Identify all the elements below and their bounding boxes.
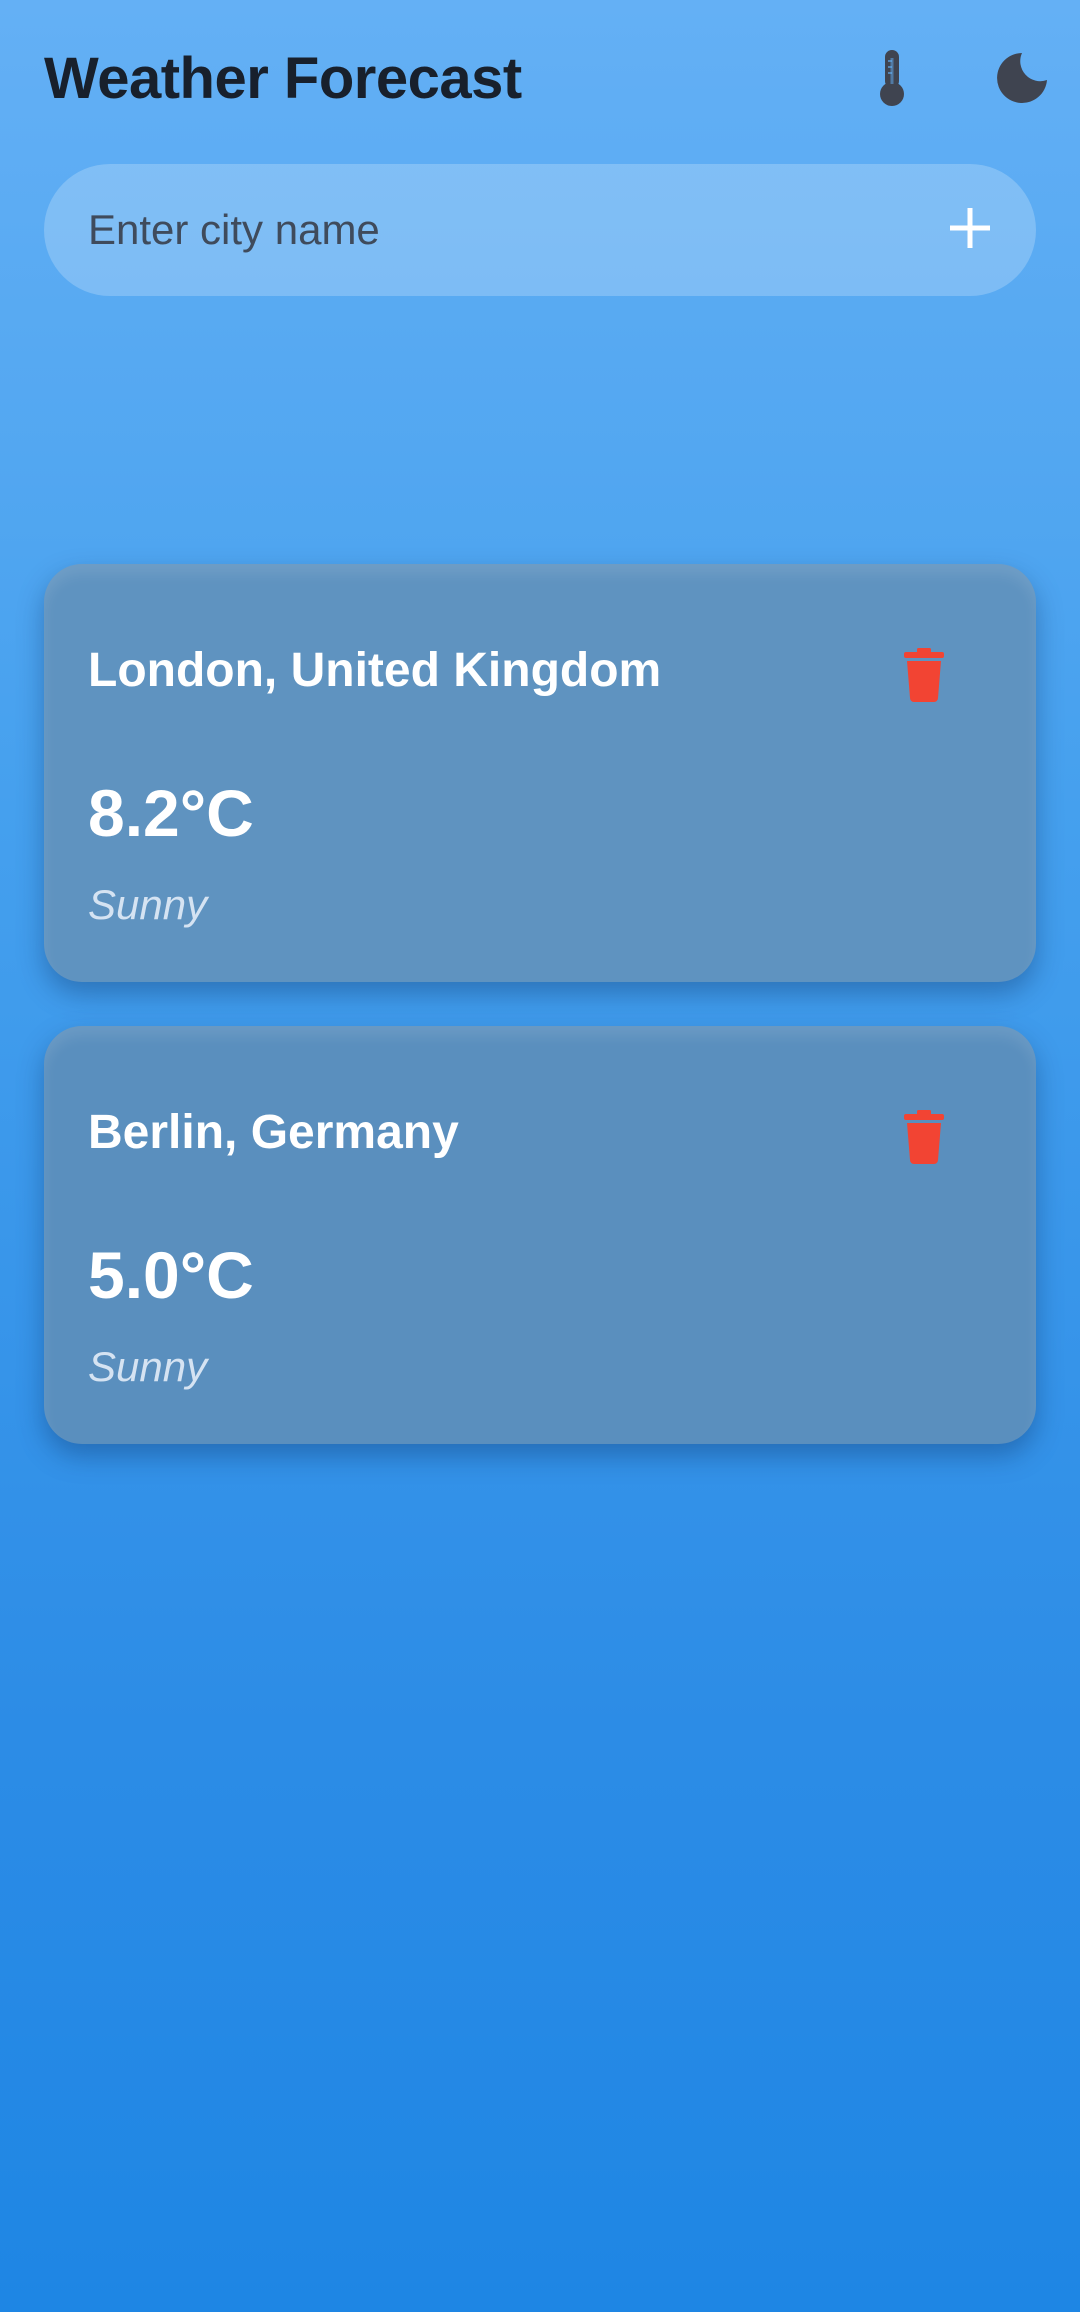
weather-condition: Sunny <box>88 1343 208 1390</box>
temperature-value: 5.0°C <box>88 1238 254 1312</box>
thermometer-icon <box>875 48 909 113</box>
city-search-bar <box>44 164 1036 296</box>
add-city-button[interactable] <box>934 194 1006 266</box>
trash-icon <box>904 1109 944 1169</box>
temperature-unit-button[interactable] <box>860 48 924 112</box>
city-name-input[interactable] <box>88 164 908 296</box>
theme-toggle-button[interactable] <box>990 48 1054 112</box>
weather-condition: Sunny <box>88 881 208 928</box>
city-name: Berlin, Germany <box>88 1106 459 1159</box>
city-weather-card: Berlin, Germany 5.0°C Sunny <box>44 1026 1036 1444</box>
delete-city-button[interactable] <box>896 1106 952 1172</box>
delete-city-button[interactable] <box>896 644 952 710</box>
plus-icon <box>948 206 992 255</box>
city-name: London, United Kingdom <box>88 644 662 697</box>
app-title: Weather Forecast <box>44 46 522 111</box>
temperature-value: 8.2°C <box>88 776 254 850</box>
city-weather-card: London, United Kingdom 8.2°C Sunny <box>44 564 1036 982</box>
app-header: Weather Forecast <box>44 38 1047 118</box>
trash-icon <box>904 647 944 707</box>
moon-icon <box>994 50 1050 111</box>
